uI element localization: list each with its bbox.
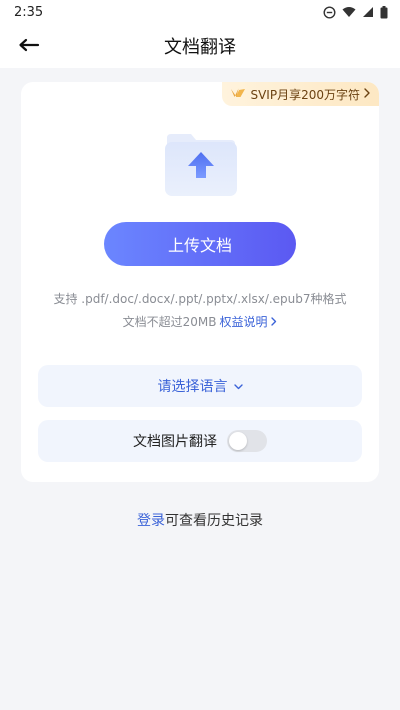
crown-icon xyxy=(230,87,246,102)
chevron-down-icon xyxy=(233,378,243,394)
chevron-right-icon xyxy=(271,315,277,329)
rights-info-label: 权益说明 xyxy=(219,315,268,329)
toggle-knob xyxy=(229,432,247,450)
battery-icon xyxy=(380,5,388,19)
svip-badge-label: SVIP月享200万字符 xyxy=(250,87,360,102)
image-translate-label: 文档图片翻译 xyxy=(133,434,217,450)
size-limit-row: 文档不超过20MB 权益说明 xyxy=(21,313,379,330)
language-selector-label: 请选择语言 xyxy=(157,379,228,395)
status-bar: 2:35 xyxy=(0,0,400,24)
chevron-right-icon xyxy=(364,87,370,101)
size-limit-text: 文档不超过20MB xyxy=(122,315,217,329)
image-translate-toggle[interactable] xyxy=(227,430,267,452)
folder-upload-icon xyxy=(165,134,237,196)
upload-document-button[interactable]: 上传文档 xyxy=(104,222,296,266)
signal-icon xyxy=(362,6,374,18)
nav-bar: 文档翻译 xyxy=(0,24,400,68)
wifi-icon xyxy=(342,6,356,18)
svip-badge[interactable]: SVIP月享200万字符 xyxy=(222,82,379,106)
rights-info-link[interactable]: 权益说明 xyxy=(220,313,278,330)
language-selector[interactable]: 请选择语言 xyxy=(38,365,362,407)
history-hint-text: 可查看历史记录 xyxy=(165,513,263,529)
login-link[interactable]: 登录 xyxy=(137,510,165,530)
back-arrow-icon xyxy=(18,37,40,56)
page-title: 文档翻译 xyxy=(164,37,236,58)
supported-formats-text: 支持 .pdf/.doc/.docx/.ppt/.pptx/.xlsx/.epu… xyxy=(53,292,347,306)
status-icons xyxy=(323,5,388,19)
upload-card: SVIP月享200万字符 上传文档 支持 .pdf/.doc/.docx/.pp… xyxy=(21,82,379,482)
dnd-icon xyxy=(323,5,336,19)
back-button[interactable] xyxy=(14,32,44,60)
history-hint: 登录 可查看历史记录 xyxy=(0,510,400,530)
image-translate-row: 文档图片翻译 xyxy=(38,420,362,462)
status-time: 2:35 xyxy=(14,4,44,20)
